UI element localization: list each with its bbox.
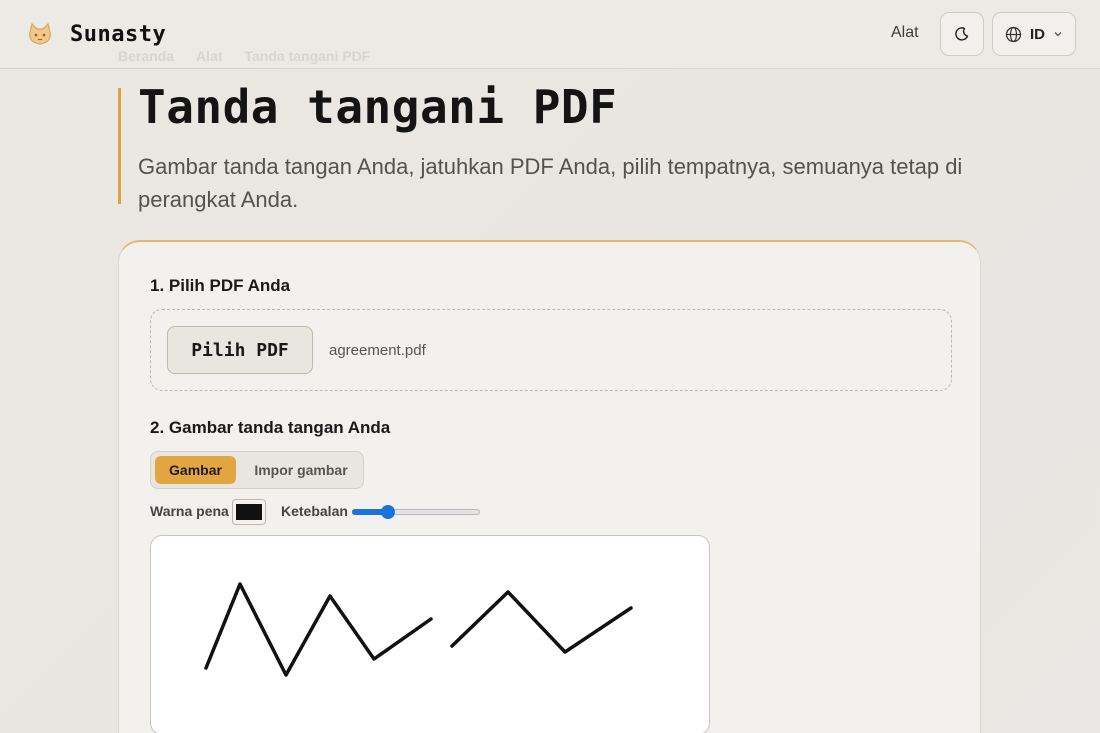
brand-name: Sunasty [70,21,167,47]
thickness-slider[interactable] [352,505,480,519]
page-hero: Tanda tangani PDF Gambar tanda tangan An… [118,84,998,212]
page-title: Tanda tangani PDF [138,80,618,134]
theme-toggle-button[interactable] [940,12,984,56]
slider-handle[interactable] [380,505,395,519]
language-code: ID [1030,25,1045,43]
signature-mode-toggle: Gambar Impor gambar [150,451,364,489]
choose-pdf-button[interactable]: Pilih PDF [167,326,313,374]
globe-icon [1005,26,1022,42]
chevron-down-icon [1054,32,1062,37]
mode-import-tab[interactable]: Impor gambar [245,456,357,484]
mode-draw-tab[interactable]: Gambar [155,456,236,484]
language-select[interactable]: ID [992,12,1076,56]
step-2-title: 2. Gambar tanda tangan Anda [150,418,391,437]
cat-icon [29,22,51,45]
pen-color-swatch [236,504,262,520]
page-subtitle: Gambar tanda tangan Anda, jatuhkan PDF A… [138,154,963,212]
pen-controls: Warna pena Ketebalan [150,499,550,525]
selected-file-name: agreement.pdf [329,342,426,359]
brand[interactable]: Sunasty [24,18,166,50]
breadcrumb: Beranda Alat Tanda tangani PDF [118,48,370,64]
signature-drawing [204,582,633,677]
pen-color-picker[interactable] [232,499,266,525]
breadcrumb-tools[interactable]: Alat [196,48,222,64]
pen-color-label: Warna pena [150,503,229,519]
signature-stroke-2 [450,590,633,654]
step-1-title: 1. Pilih PDF Anda [150,276,291,295]
signature-stroke-1 [204,582,433,677]
breadcrumb-home[interactable]: Beranda [118,48,174,64]
nav-tools-link[interactable]: Alat [891,24,919,42]
signature-canvas[interactable] [150,535,710,733]
moon-icon [955,27,969,41]
pdf-drop-zone[interactable]: Pilih PDF agreement.pdf [150,309,952,391]
thickness-label: Ketebalan [281,503,348,519]
sign-pdf-card: 1. Pilih PDF Anda Pilih PDF agreement.pd… [118,240,981,733]
breadcrumb-current: Tanda tangani PDF [244,48,371,64]
